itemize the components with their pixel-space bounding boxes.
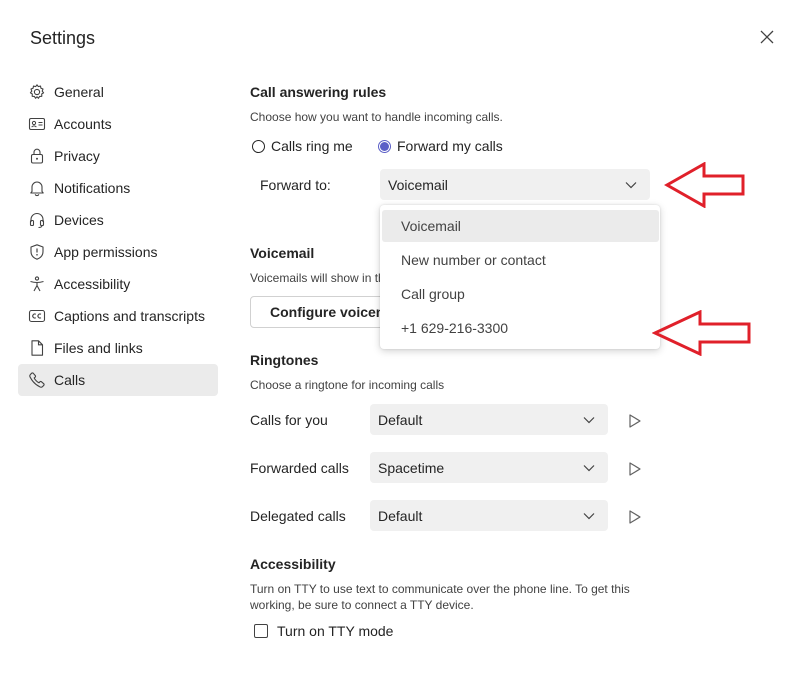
sidebar-item-label: Accessibility bbox=[54, 276, 131, 292]
bell-icon bbox=[28, 179, 46, 197]
sidebar-item-label: Accounts bbox=[54, 116, 112, 132]
cc-icon bbox=[28, 307, 46, 325]
sidebar-item-label: Privacy bbox=[54, 148, 100, 164]
chevron-down-icon bbox=[624, 178, 638, 192]
accessibility-description-line2: working, be sure to connect a TTY device… bbox=[250, 598, 474, 612]
checkbox-box bbox=[254, 624, 268, 638]
sidebar-item-label: App permissions bbox=[54, 244, 158, 260]
settings-title: Settings bbox=[30, 28, 96, 48]
annotation-arrow-icon bbox=[664, 162, 745, 208]
play-icon[interactable] bbox=[628, 413, 642, 429]
annotation-arrow-icon bbox=[652, 310, 751, 356]
sidebar-item-label: Devices bbox=[54, 212, 104, 228]
sidebar-item-notifications[interactable]: Notifications bbox=[18, 172, 218, 204]
shield-icon bbox=[28, 243, 46, 261]
voicemail-description: Voicemails will show in th bbox=[250, 271, 385, 285]
dropdown-option-voicemail[interactable]: Voicemail bbox=[382, 210, 659, 242]
radio-label: Calls ring me bbox=[271, 138, 353, 154]
forwarded-calls-label: Forwarded calls bbox=[250, 460, 349, 476]
tty-mode-checkbox[interactable]: Turn on TTY mode bbox=[254, 623, 393, 639]
accessibility-heading: Accessibility bbox=[250, 556, 336, 572]
dropdown-option-call-group[interactable]: Call group bbox=[382, 278, 659, 310]
radio-circle-selected bbox=[378, 139, 391, 153]
settings-sidebar: General Accounts Privacy Notifications D… bbox=[18, 76, 218, 396]
calls-for-you-select[interactable]: Default bbox=[370, 404, 608, 435]
play-icon[interactable] bbox=[628, 461, 642, 477]
sidebar-item-label: Files and links bbox=[54, 340, 143, 356]
lock-icon bbox=[28, 147, 46, 165]
voicemail-heading: Voicemail bbox=[250, 245, 315, 261]
radio-label: Forward my calls bbox=[397, 138, 503, 154]
sidebar-item-label: Calls bbox=[54, 372, 86, 388]
sidebar-item-privacy[interactable]: Privacy bbox=[18, 140, 218, 172]
sidebar-item-accounts[interactable]: Accounts bbox=[18, 108, 218, 140]
play-icon[interactable] bbox=[628, 509, 642, 525]
delegated-calls-label: Delegated calls bbox=[250, 508, 346, 524]
select-value: Default bbox=[378, 411, 423, 428]
delegated-calls-select[interactable]: Default bbox=[370, 500, 608, 531]
chevron-down-icon bbox=[582, 461, 596, 475]
chevron-down-icon bbox=[582, 413, 596, 427]
sidebar-item-files-and-links[interactable]: Files and links bbox=[18, 332, 218, 364]
forward-to-select[interactable]: Voicemail bbox=[380, 169, 650, 200]
file-icon bbox=[28, 339, 46, 357]
id-card-icon bbox=[28, 115, 46, 133]
phone-icon bbox=[28, 371, 46, 389]
ringtones-heading: Ringtones bbox=[250, 352, 319, 368]
sidebar-item-label: Notifications bbox=[54, 180, 131, 196]
select-value: Default bbox=[378, 507, 423, 524]
chevron-down-icon bbox=[582, 509, 596, 523]
sidebar-item-label: Captions and transcripts bbox=[54, 308, 205, 324]
radio-circle bbox=[252, 139, 265, 153]
headset-icon bbox=[28, 211, 46, 229]
radio-forward-my-calls[interactable]: Forward my calls bbox=[378, 138, 503, 154]
sidebar-item-general[interactable]: General bbox=[18, 76, 218, 108]
gear-icon bbox=[28, 83, 46, 101]
dropdown-option-new-number-or-contact[interactable]: New number or contact bbox=[382, 244, 659, 276]
radio-calls-ring-me[interactable]: Calls ring me bbox=[252, 138, 353, 154]
forwarded-calls-select[interactable]: Spacetime bbox=[370, 452, 608, 483]
call-answering-description: Choose how you want to handle incoming c… bbox=[250, 110, 503, 124]
call-answering-heading: Call answering rules bbox=[250, 84, 387, 100]
ringtones-description: Choose a ringtone for incoming calls bbox=[250, 378, 445, 392]
forward-to-dropdown-menu: Voicemail New number or contact Call gro… bbox=[380, 205, 660, 349]
dropdown-option-phone-number[interactable]: +1 629-216-3300 bbox=[382, 312, 659, 344]
sidebar-item-accessibility[interactable]: Accessibility bbox=[18, 268, 218, 300]
forward-to-label: Forward to: bbox=[260, 177, 331, 193]
sidebar-item-calls[interactable]: Calls bbox=[18, 364, 218, 396]
sidebar-item-label: General bbox=[54, 84, 104, 100]
sidebar-item-captions-and-transcripts[interactable]: Captions and transcripts bbox=[18, 300, 218, 332]
accessibility-icon bbox=[28, 275, 46, 293]
sidebar-item-app-permissions[interactable]: App permissions bbox=[18, 236, 218, 268]
sidebar-item-devices[interactable]: Devices bbox=[18, 204, 218, 236]
select-value: Spacetime bbox=[378, 459, 445, 476]
checkbox-label: Turn on TTY mode bbox=[277, 623, 394, 639]
close-icon[interactable] bbox=[757, 27, 777, 47]
calls-for-you-label: Calls for you bbox=[250, 412, 328, 428]
accessibility-description-line1: Turn on TTY to use text to communicate o… bbox=[250, 582, 630, 596]
forward-to-value: Voicemail bbox=[388, 176, 448, 193]
